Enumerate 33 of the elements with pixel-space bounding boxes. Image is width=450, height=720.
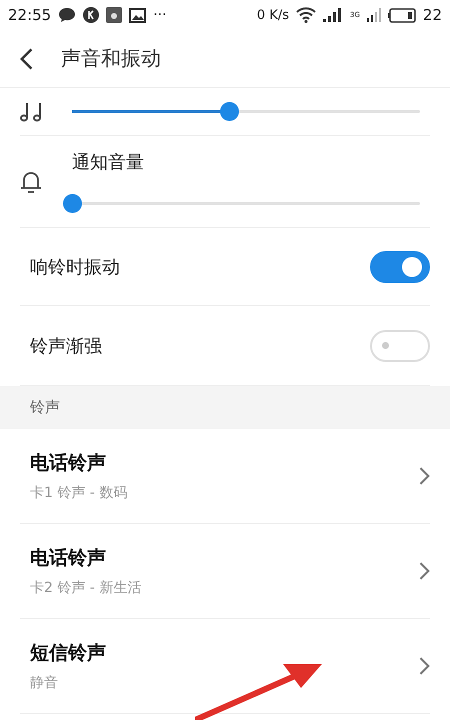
slider-thumb[interactable]	[220, 102, 239, 121]
letter-circle-icon	[83, 7, 100, 23]
ringtone-value: 静音	[30, 674, 59, 692]
ringtone-item[interactable]: 电话铃声 卡1 铃声 - 数码	[20, 429, 430, 524]
music-note-icon	[20, 100, 44, 122]
slider-thumb[interactable]	[63, 194, 82, 213]
chat-bubble-icon	[58, 7, 76, 23]
chevron-icon	[419, 467, 430, 485]
setting-label: 铃声渐强	[30, 334, 103, 358]
weak-signal-icon	[366, 8, 381, 22]
battery-icon	[388, 8, 416, 22]
page-title: 声音和振动	[61, 45, 162, 72]
wifi-icon	[296, 7, 316, 23]
ringtone-title: 电话铃声	[30, 451, 107, 476]
chevron-icon	[419, 657, 430, 675]
ringtone-title: 电话铃声	[30, 546, 107, 571]
clock-time: 22:55	[8, 6, 52, 24]
chevron-icon	[419, 562, 430, 580]
ringtone-value: 卡1 铃声 - 数码	[30, 484, 128, 502]
slider-label: 通知音量	[72, 151, 145, 174]
image-icon	[129, 8, 146, 22]
ringtone-value: 卡2 铃声 - 新生活	[30, 579, 142, 597]
ringtone-item[interactable]: 电话铃声 卡2 铃声 - 新生活	[20, 524, 430, 619]
signal-icon	[323, 8, 344, 22]
toggle-switch[interactable]	[370, 250, 430, 282]
battery-level: 22	[422, 6, 442, 24]
network-speed: 0 K/s	[256, 8, 290, 22]
back-icon[interactable]	[20, 48, 34, 70]
app-icon	[106, 7, 122, 23]
setting-label: 响铃时振动	[30, 256, 121, 278]
ringtone-title: 短信铃声	[30, 641, 107, 666]
section-header: 铃声	[30, 398, 60, 417]
more-notifications: ···	[153, 7, 167, 23]
